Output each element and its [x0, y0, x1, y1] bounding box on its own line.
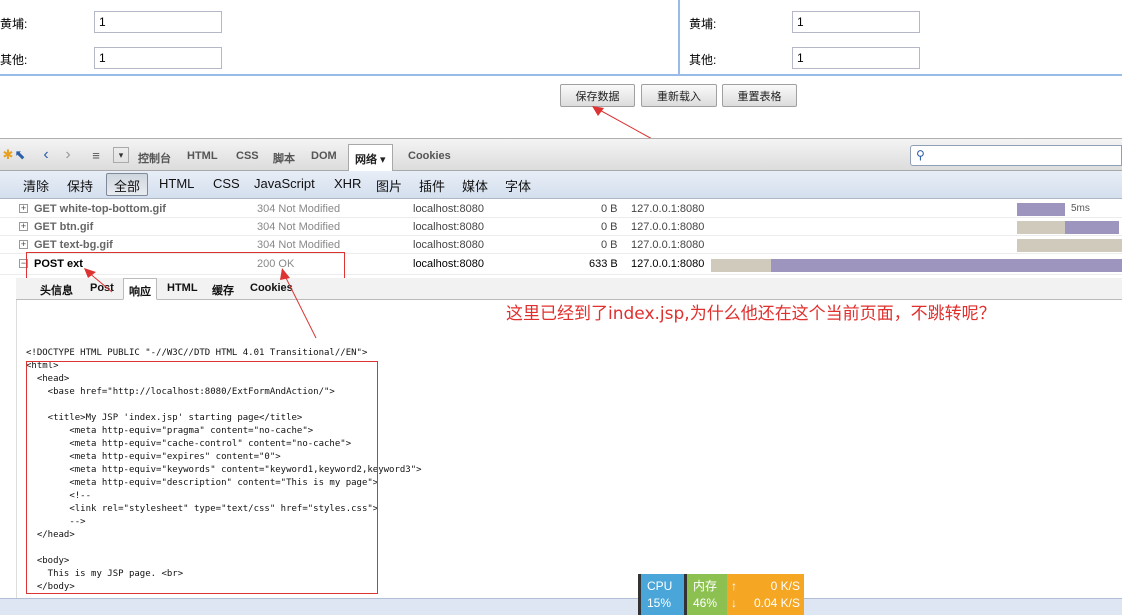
filter-all[interactable]: 全部	[106, 173, 149, 196]
system-monitor-widget: CPU 15% 内存 46% ↑ 0 K/S ↓ 0.04 K/S	[638, 574, 804, 615]
filter-fonts[interactable]: 字体	[505, 176, 531, 195]
network-speed-cell: ↑ 0 K/S ↓ 0.04 K/S	[727, 574, 804, 615]
filter-plugins[interactable]: 插件	[419, 176, 445, 195]
timing-bar-wait	[1017, 221, 1065, 234]
request-domain: localhost:8080	[413, 221, 484, 233]
forward-icon[interactable]: ›	[60, 146, 76, 163]
filter-media[interactable]: 媒体	[462, 176, 488, 195]
request-size: 0 B	[601, 221, 618, 233]
form-divider	[678, 0, 680, 74]
cpu-cell: CPU 15%	[641, 574, 684, 615]
cpu-value: 15%	[647, 596, 672, 610]
filter-xhr[interactable]: XHR	[334, 176, 361, 191]
request-row[interactable]: + GET white-top-bottom.gif 304 Not Modif…	[0, 200, 1122, 218]
memory-value: 46%	[693, 596, 718, 610]
firebug-search-input[interactable]: ⚲	[910, 145, 1122, 166]
left-huangpu-input[interactable]	[94, 11, 222, 33]
dropdown-icon[interactable]: ▾	[113, 147, 129, 163]
upload-arrow-icon: ↑	[731, 579, 737, 593]
request-domain: localhost:8080	[413, 203, 484, 215]
request-row[interactable]: + GET btn.gif 304 Not Modified localhost…	[0, 218, 1122, 236]
request-size: 0 B	[601, 203, 618, 215]
memory-label: 内存	[693, 579, 718, 593]
annotation-question: 这里已经到了index.jsp,为什么他还在这个当前页面，不跳转呢？	[506, 304, 996, 324]
filter-javascript[interactable]: JavaScript	[254, 176, 315, 191]
reset-form-button[interactable]: 重置表格	[722, 84, 797, 107]
left-other-input[interactable]	[94, 47, 222, 69]
cpu-label: CPU	[647, 579, 673, 593]
download-arrow-icon: ↓	[731, 596, 737, 610]
expand-icon[interactable]: +	[19, 222, 28, 231]
request-url: GET btn.gif	[34, 221, 94, 233]
tab-cookies[interactable]: Cookies	[408, 150, 451, 162]
request-remote-ip: 127.0.0.1:8080	[631, 239, 705, 251]
request-size: 0 B	[601, 239, 618, 251]
back-icon[interactable]: ‹	[38, 146, 54, 163]
timing-bar	[1017, 203, 1065, 216]
expand-icon[interactable]: +	[19, 240, 28, 249]
annotation-box-source	[26, 361, 378, 594]
request-remote-ip: 127.0.0.1:8080	[631, 258, 705, 270]
status-bar	[0, 598, 1122, 615]
expand-icon[interactable]: +	[19, 204, 28, 213]
right-huangpu-input[interactable]	[792, 11, 920, 33]
request-url: GET white-top-bottom.gif	[34, 203, 166, 215]
list-icon[interactable]: ≡	[88, 147, 104, 163]
search-icon: ⚲	[916, 148, 925, 162]
filter-clear[interactable]: 清除	[23, 176, 49, 195]
memory-cell: 内存 46%	[687, 574, 727, 615]
annotation-arrows	[84, 268, 317, 339]
tab-network[interactable]: 网络 ▾	[348, 144, 393, 172]
request-size: 633 B	[589, 258, 618, 270]
timing-bar-wait	[711, 259, 771, 272]
request-remote-ip: 127.0.0.1:8080	[631, 203, 705, 215]
tab-html[interactable]: HTML	[187, 150, 218, 162]
left-label-huangpu: 黄埔:	[0, 17, 28, 31]
inspect-icon[interactable]: ⬉	[12, 147, 28, 163]
firebug-toolbar: ✱ ⬉ ‹ › ≡ ▾ 控制台 HTML CSS 脚本 DOM 网络 ▾ Coo…	[0, 138, 1122, 172]
tab-dom[interactable]: DOM	[311, 150, 337, 162]
right-label-other: 其他:	[689, 53, 717, 67]
tab-console[interactable]: 控制台	[138, 150, 171, 166]
timing-bar-wait	[1017, 239, 1122, 252]
request-remote-ip: 127.0.0.1:8080	[631, 221, 705, 233]
filter-persist[interactable]: 保持	[67, 176, 93, 195]
tab-headers[interactable]: 头信息	[40, 282, 73, 298]
timing-label: 5ms	[1071, 203, 1090, 214]
left-label-other: 其他:	[0, 53, 28, 67]
timing-bar	[1065, 221, 1119, 234]
tab-css[interactable]: CSS	[236, 150, 259, 162]
right-label-huangpu: 黄埔:	[689, 17, 717, 31]
upload-speed: 0 K/S	[770, 579, 800, 593]
request-status: 304 Not Modified	[257, 239, 341, 251]
request-status: 304 Not Modified	[257, 221, 341, 233]
net-filter-bar: 清除 保持 全部 HTML CSS JavaScript XHR 图片 插件 媒…	[0, 171, 1122, 199]
request-status: 304 Not Modified	[257, 203, 341, 215]
filter-css[interactable]: CSS	[213, 176, 240, 191]
filter-html[interactable]: HTML	[159, 176, 194, 191]
request-url: GET text-bg.gif	[34, 239, 113, 251]
download-speed: 0.04 K/S	[753, 596, 800, 610]
filter-images[interactable]: 图片	[376, 176, 402, 195]
request-domain: localhost:8080	[413, 258, 484, 270]
form-panel: 黄埔: 其他: 黄埔: 其他:	[0, 0, 1122, 76]
right-other-input[interactable]	[792, 47, 920, 69]
timing-bar	[771, 259, 1122, 272]
tab-script[interactable]: 脚本	[273, 150, 295, 166]
request-domain: localhost:8080	[413, 239, 484, 251]
